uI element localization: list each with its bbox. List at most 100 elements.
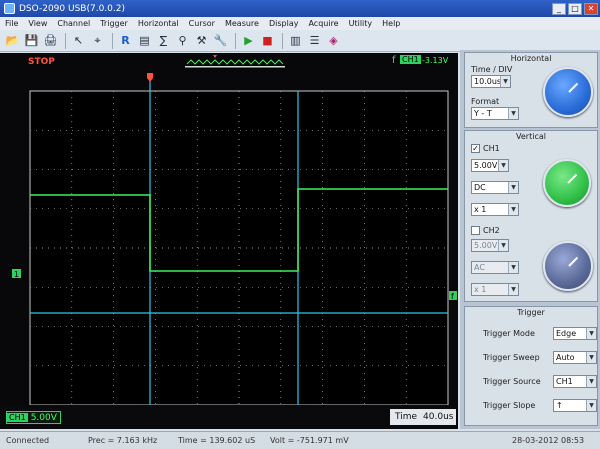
trigger-channel-badge: CH1: [400, 55, 421, 64]
minimize-button[interactable]: _: [552, 2, 566, 15]
settings-icon[interactable]: ☰: [306, 32, 323, 49]
ch1-scale-value: 5.00V: [30, 412, 57, 423]
trigger-group: Trigger Trigger Mode Edge ▼ Trigger Swee…: [464, 306, 598, 426]
reference-icon[interactable]: R: [117, 32, 134, 49]
menu-cursor[interactable]: Cursor: [184, 19, 220, 28]
menu-view[interactable]: View: [23, 19, 52, 28]
oscilloscope-app: DSO-2090 USB(7.0.0.2) _ □ ✕ File View Ch…: [0, 0, 600, 449]
vertical-title: Vertical: [516, 132, 546, 141]
menu-utility[interactable]: Utility: [344, 19, 378, 28]
chevron-down-icon: ▼: [500, 76, 510, 87]
open-icon[interactable]: 📂: [4, 32, 21, 49]
stop-icon[interactable]: ■: [259, 32, 276, 49]
math-icon[interactable]: ∑: [155, 32, 172, 49]
menu-help[interactable]: Help: [377, 19, 405, 28]
save-icon[interactable]: 💾: [23, 32, 40, 49]
ch1-probe-value: x 1: [474, 205, 487, 214]
ch2-checkbox[interactable]: [471, 226, 480, 235]
ch2-volts-knob[interactable]: [543, 241, 593, 291]
record-icon[interactable]: ◈: [325, 32, 342, 49]
menu-trigger[interactable]: Trigger: [95, 19, 133, 28]
format-select[interactable]: Y - T ▼: [471, 107, 519, 120]
menu-acquire[interactable]: Acquire: [303, 19, 343, 28]
trigger-source-select[interactable]: CH1 ▼: [553, 375, 597, 388]
menu-display[interactable]: Display: [264, 19, 304, 28]
horizontal-knob[interactable]: [543, 67, 593, 117]
chevron-down-icon: ▼: [586, 328, 596, 339]
fft-icon[interactable]: ▤: [136, 32, 153, 49]
ch1-coupling-select[interactable]: DC ▼: [471, 181, 519, 194]
toolbar-separator: [235, 32, 236, 49]
horizontal-group: Horizontal Time / DIV 10.0us ▼ Format Y …: [464, 52, 598, 128]
timebase-value: 40.0us: [423, 412, 454, 422]
run-icon[interactable]: ▶: [240, 32, 257, 49]
ch1-coupling-value: DC: [474, 183, 486, 192]
knob-indicator: [568, 82, 579, 93]
window-title: DSO-2090 USB(7.0.0.2): [19, 3, 125, 14]
chevron-down-icon: ▼: [586, 352, 596, 363]
trigger-level-marker-label: f: [451, 292, 454, 301]
trigger-sweep-select[interactable]: Auto ▼: [553, 351, 597, 364]
tools-icon[interactable]: 🔧: [212, 32, 229, 49]
close-button[interactable]: ✕: [584, 2, 598, 15]
ch2-coupling-select[interactable]: AC ▼: [471, 261, 519, 274]
menu-bar: File View Channel Trigger Horizontal Cur…: [0, 17, 600, 30]
menu-horizontal[interactable]: Horizontal: [133, 19, 184, 28]
voltage-readout: Volt = -751.971 mV: [270, 436, 349, 445]
trigger-slope-select[interactable]: ↑ ▼: [553, 399, 597, 412]
select-arrow-icon[interactable]: ↖: [70, 32, 87, 49]
time-div-value: 10.0us: [474, 77, 502, 86]
chevron-down-icon: ▼: [508, 284, 518, 295]
chevron-down-icon: ▼: [498, 240, 508, 251]
frequency-readout: Prec = 7.163 kHz: [88, 436, 158, 445]
cursor-icon[interactable]: ⌖: [89, 32, 106, 49]
knob-indicator: [568, 256, 579, 267]
ch1-ground-label: 1: [14, 270, 19, 279]
run-state-label: STOP: [28, 57, 55, 67]
chevron-down-icon: ▼: [508, 182, 518, 193]
ch2-volts-select[interactable]: 5.00V ▼: [471, 239, 509, 252]
ch1-volts-select[interactable]: 5.00V ▼: [471, 159, 509, 172]
ch1-checkbox[interactable]: ✓: [471, 144, 480, 153]
trigger-sweep-value: Auto: [556, 353, 575, 362]
chevron-down-icon: ▼: [586, 400, 596, 411]
connection-status: Connected: [6, 436, 50, 445]
probe-icon[interactable]: ⚒: [193, 32, 210, 49]
ch1-probe-select[interactable]: x 1 ▼: [471, 203, 519, 216]
print-icon[interactable]: 🖨: [42, 32, 59, 49]
format-value: Y - T: [474, 109, 492, 118]
trigger-level-readout: -3.13V: [422, 56, 449, 65]
trigger-sweep-label: Trigger Sweep: [483, 353, 540, 362]
zoom-icon[interactable]: ⚲: [174, 32, 191, 49]
toolbar-separator: [282, 32, 283, 49]
toolbar-separator: [112, 32, 113, 49]
time-readout: Time = 139.602 uS: [178, 436, 256, 445]
scope-graticule[interactable]: 1 f: [0, 73, 458, 405]
ch1-scale-tag: CH1: [7, 413, 28, 422]
menu-file[interactable]: File: [0, 19, 23, 28]
time-div-label: Time / DIV: [471, 65, 513, 74]
scope-scale-strip: CH1 5.00V Time 40.0us: [0, 405, 458, 429]
trigger-position-marker[interactable]: [147, 73, 153, 82]
timebase-label: Time: [395, 412, 418, 422]
waveform-preview: [185, 55, 285, 68]
trigger-title: Trigger: [517, 308, 545, 317]
display-icon[interactable]: ▥: [287, 32, 304, 49]
toolbar-separator: [65, 32, 66, 49]
scope-status-strip: STOP f CH1 -3.13V: [0, 53, 458, 73]
ch2-coupling-value: AC: [474, 263, 485, 272]
format-label: Format: [471, 97, 500, 106]
trigger-mode-select[interactable]: Edge ▼: [553, 327, 597, 340]
menu-channel[interactable]: Channel: [52, 19, 95, 28]
trigger-mode-label: Trigger Mode: [483, 329, 535, 338]
chevron-down-icon: ▼: [586, 376, 596, 387]
ch1-volts-value: 5.00V: [474, 161, 498, 170]
menu-measure[interactable]: Measure: [220, 19, 264, 28]
maximize-button[interactable]: □: [568, 2, 582, 15]
time-div-select[interactable]: 10.0us ▼: [471, 75, 511, 88]
chevron-down-icon: ▼: [508, 108, 518, 119]
ch1-volts-knob[interactable]: [543, 159, 591, 207]
chevron-down-icon: ▼: [508, 204, 518, 215]
ch2-probe-select[interactable]: x 1 ▼: [471, 283, 519, 296]
chevron-down-icon: ▼: [508, 262, 518, 273]
